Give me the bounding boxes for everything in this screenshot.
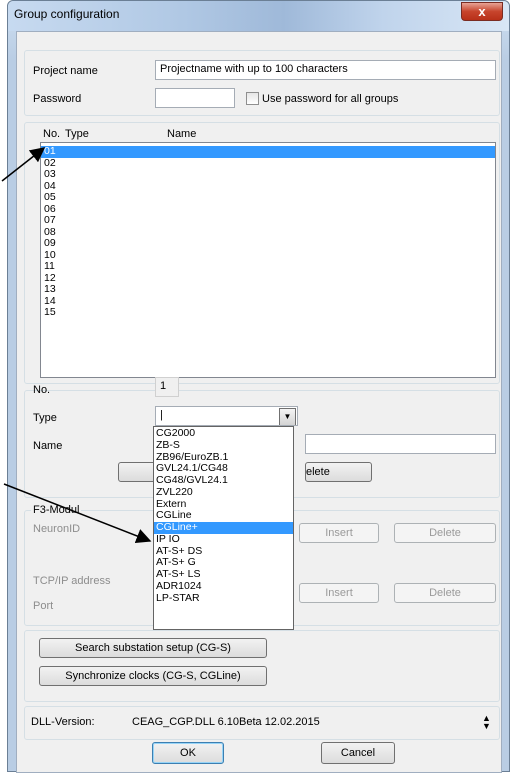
arrow-to-list-row	[1, 147, 46, 182]
annotation-arrows	[1, 147, 152, 544]
arrow-to-cgline-plus	[3, 483, 152, 544]
